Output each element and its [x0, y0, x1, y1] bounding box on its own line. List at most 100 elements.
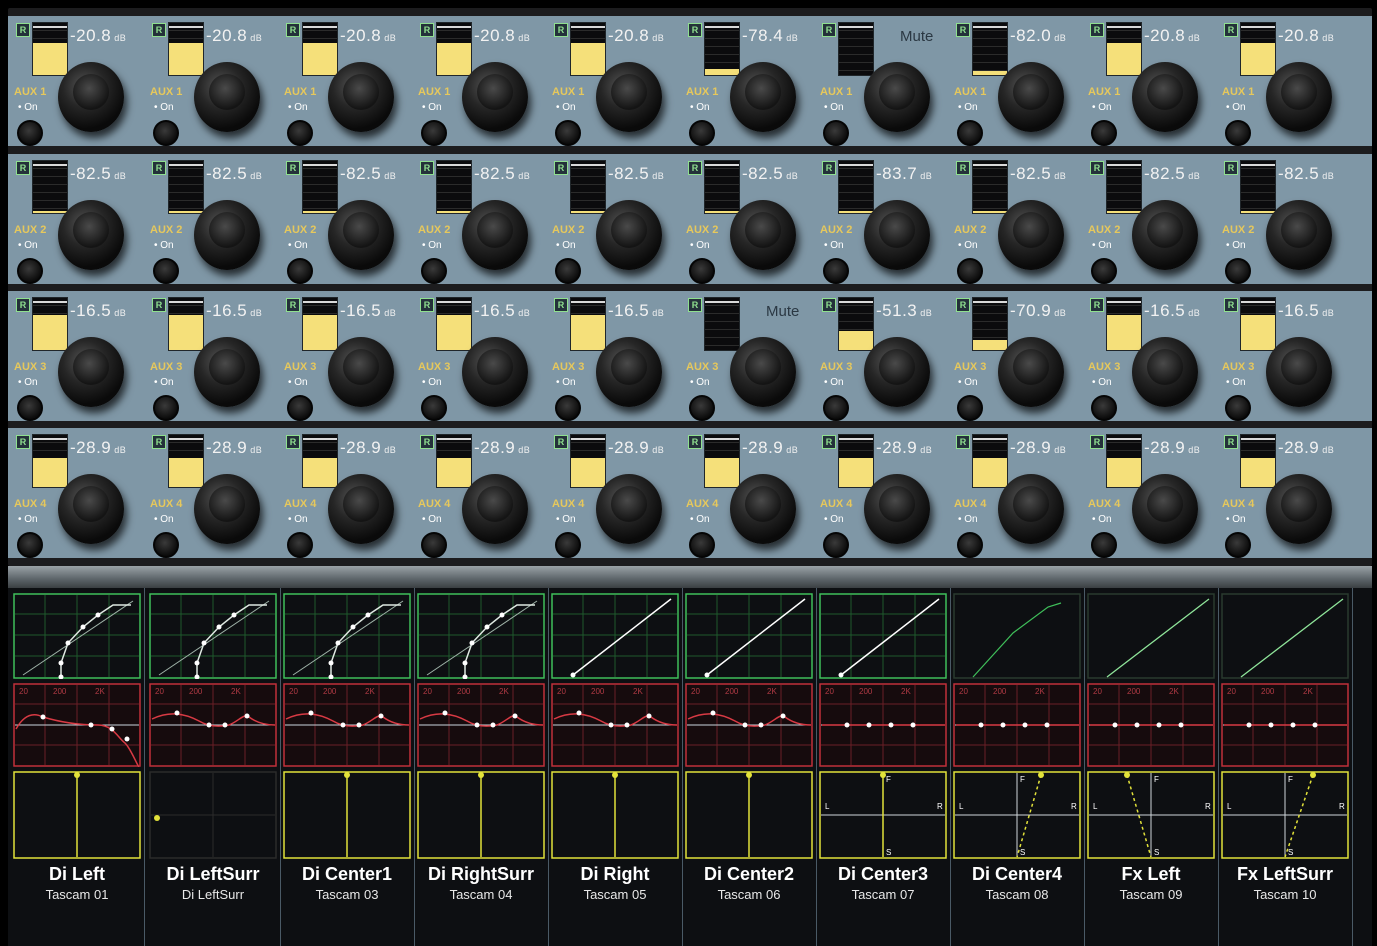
on-button[interactable] — [1091, 395, 1117, 421]
r-badge[interactable]: R — [152, 435, 166, 449]
r-badge[interactable]: R — [822, 298, 836, 312]
channel-column[interactable]: 20 200 2K L R F S Fx LeftSurr Tascam 10 — [1218, 588, 1353, 946]
r-badge[interactable]: R — [822, 23, 836, 37]
r-badge[interactable]: R — [286, 298, 300, 312]
eq-graph[interactable]: 20 200 2K — [685, 683, 813, 767]
on-button[interactable] — [153, 258, 179, 284]
on-button[interactable] — [823, 395, 849, 421]
eq-graph[interactable]: 20 200 2K — [417, 683, 545, 767]
on-button[interactable] — [957, 258, 983, 284]
r-badge[interactable]: R — [554, 435, 568, 449]
on-button[interactable] — [1091, 258, 1117, 284]
on-button[interactable] — [287, 258, 313, 284]
pan-display[interactable] — [283, 771, 411, 859]
on-button[interactable] — [153, 395, 179, 421]
send-level-knob[interactable] — [864, 474, 930, 544]
on-button[interactable] — [689, 532, 715, 558]
pan-display[interactable] — [685, 771, 813, 859]
send-level-knob[interactable] — [58, 337, 124, 407]
r-badge[interactable]: R — [1090, 161, 1104, 175]
send-level-knob[interactable] — [328, 200, 394, 270]
channel-column[interactable]: 20 200 2K L R F S Fx Left Tascam 09 — [1084, 588, 1219, 946]
dynamics-graph[interactable] — [1087, 593, 1215, 679]
r-badge[interactable]: R — [956, 161, 970, 175]
send-level-knob[interactable] — [1132, 474, 1198, 544]
send-level-knob[interactable] — [1266, 200, 1332, 270]
r-badge[interactable]: R — [420, 23, 434, 37]
on-button[interactable] — [555, 395, 581, 421]
send-level-knob[interactable] — [328, 474, 394, 544]
r-badge[interactable]: R — [420, 435, 434, 449]
channel-column[interactable]: 20 200 2K Di Center2 Tascam 06 — [682, 588, 817, 946]
send-level-knob[interactable] — [998, 474, 1064, 544]
send-level-knob[interactable] — [194, 200, 260, 270]
on-button[interactable] — [1091, 532, 1117, 558]
pan-display[interactable] — [149, 771, 277, 859]
on-button[interactable] — [957, 532, 983, 558]
r-badge[interactable]: R — [554, 161, 568, 175]
r-badge[interactable]: R — [956, 435, 970, 449]
r-badge[interactable]: R — [688, 161, 702, 175]
pan-display[interactable]: L R F S — [1221, 771, 1349, 859]
send-level-knob[interactable] — [1266, 474, 1332, 544]
send-level-knob[interactable] — [194, 62, 260, 132]
on-button[interactable] — [153, 532, 179, 558]
pan-display[interactable]: L R F S — [1087, 771, 1215, 859]
send-level-knob[interactable] — [730, 62, 796, 132]
send-level-knob[interactable] — [596, 337, 662, 407]
on-button[interactable] — [1091, 120, 1117, 146]
r-badge[interactable]: R — [420, 298, 434, 312]
send-level-knob[interactable] — [864, 337, 930, 407]
send-level-knob[interactable] — [462, 200, 528, 270]
r-badge[interactable]: R — [822, 161, 836, 175]
on-button[interactable] — [1225, 120, 1251, 146]
on-button[interactable] — [1225, 532, 1251, 558]
channel-column[interactable]: 20 200 2K Di Right Tascam 05 — [548, 588, 683, 946]
send-level-knob[interactable] — [596, 474, 662, 544]
r-badge[interactable]: R — [420, 161, 434, 175]
send-level-knob[interactable] — [998, 62, 1064, 132]
on-button[interactable] — [555, 120, 581, 146]
send-level-knob[interactable] — [864, 200, 930, 270]
r-badge[interactable]: R — [286, 23, 300, 37]
r-badge[interactable]: R — [1090, 435, 1104, 449]
r-badge[interactable]: R — [956, 298, 970, 312]
send-level-knob[interactable] — [1132, 337, 1198, 407]
dynamics-graph[interactable] — [283, 593, 411, 679]
on-button[interactable] — [957, 120, 983, 146]
on-button[interactable] — [17, 395, 43, 421]
r-badge[interactable]: R — [688, 23, 702, 37]
on-button[interactable] — [1225, 395, 1251, 421]
r-badge[interactable]: R — [152, 298, 166, 312]
pan-display[interactable]: L R F S — [953, 771, 1081, 859]
dynamics-graph[interactable] — [417, 593, 545, 679]
send-level-knob[interactable] — [328, 62, 394, 132]
send-level-knob[interactable] — [1132, 200, 1198, 270]
eq-graph[interactable]: 20 200 2K — [149, 683, 277, 767]
channel-column[interactable]: 20 200 2K L R F S Di Center4 Tascam 08 — [950, 588, 1085, 946]
dynamics-graph[interactable] — [953, 593, 1081, 679]
on-button[interactable] — [555, 532, 581, 558]
on-button[interactable] — [957, 395, 983, 421]
on-button[interactable] — [689, 258, 715, 284]
pan-display[interactable] — [417, 771, 545, 859]
on-button[interactable] — [421, 120, 447, 146]
dynamics-graph[interactable] — [13, 593, 141, 679]
on-button[interactable] — [421, 258, 447, 284]
r-badge[interactable]: R — [956, 23, 970, 37]
on-button[interactable] — [17, 258, 43, 284]
eq-graph[interactable]: 20 200 2K — [1087, 683, 1215, 767]
r-badge[interactable]: R — [1224, 298, 1238, 312]
channel-column[interactable]: 20 200 2K Di LeftSurr Di LeftSurr — [146, 588, 281, 946]
send-level-knob[interactable] — [462, 62, 528, 132]
r-badge[interactable]: R — [1224, 23, 1238, 37]
send-level-knob[interactable] — [1132, 62, 1198, 132]
on-button[interactable] — [17, 120, 43, 146]
eq-graph[interactable]: 20 200 2K — [819, 683, 947, 767]
send-level-knob[interactable] — [58, 474, 124, 544]
on-button[interactable] — [823, 532, 849, 558]
dynamics-graph[interactable] — [685, 593, 813, 679]
on-button[interactable] — [823, 258, 849, 284]
r-badge[interactable]: R — [1224, 161, 1238, 175]
send-level-knob[interactable] — [1266, 337, 1332, 407]
